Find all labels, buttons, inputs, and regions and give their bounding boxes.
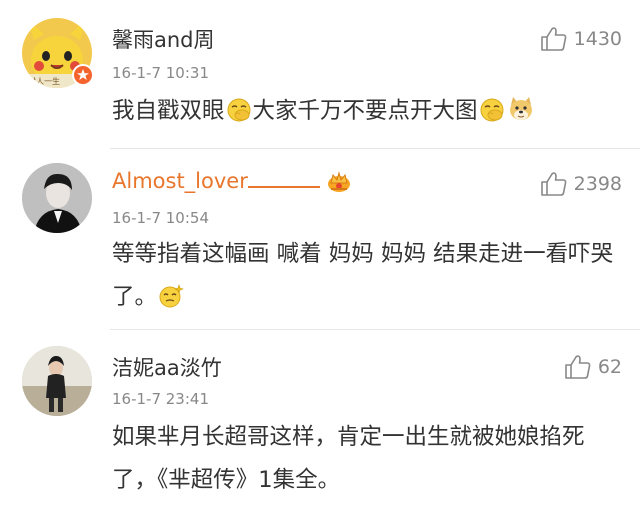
verified-badge-icon: [72, 64, 94, 86]
comment-text: 等等指着这幅画 喊着 妈妈 妈妈 结果走进一看吓哭了。: [112, 233, 627, 319]
comment-item: Almost_lover 16-1-7 10:54 2398 等等指着这幅画 喊…: [0, 149, 640, 329]
username[interactable]: Almost_lover: [112, 169, 352, 193]
facepalm-emoji-icon: [480, 98, 504, 122]
timestamp: 16-1-7 10:54: [112, 209, 209, 227]
comment-text-part: 等等指着这幅画 喊着 妈妈 妈妈 结果走进一看吓哭了。: [112, 241, 614, 310]
username[interactable]: 洁妮aa淡竹: [112, 352, 222, 382]
thumbs-up-icon: [540, 172, 567, 196]
comment-text: 我自戳双眼 大家千万不要点开大图: [112, 90, 627, 133]
thumbs-up-icon: [565, 355, 591, 379]
like-button[interactable]: 62: [564, 354, 622, 380]
avatar-image: [22, 346, 92, 416]
like-count: 1430: [573, 28, 622, 50]
timestamp: 16-1-7 23:41: [112, 390, 209, 408]
doge-emoji-icon: [509, 97, 532, 120]
comment-item: 时人一生 馨雨and周 16-1-7 10:31 1430 我自戳双眼 大家千万…: [0, 0, 640, 148]
facepalm-emoji-icon: [227, 98, 251, 122]
avatar-text: 时人一生: [28, 76, 60, 86]
like-count: 2398: [573, 173, 622, 195]
username-text: Almost_lover: [112, 169, 248, 193]
vip-crown-icon[interactable]: [326, 171, 352, 193]
username[interactable]: 馨雨and周: [112, 24, 215, 54]
avatar-image: [22, 163, 92, 233]
thumbs-up-icon: [540, 27, 567, 51]
like-count: 62: [597, 356, 622, 378]
comment-text: 如果芈月长超哥这样，肯定一出生就被她娘掐死了，《芈超传》1集全。: [112, 424, 585, 493]
like-button[interactable]: 2398: [540, 171, 622, 197]
avatar[interactable]: [22, 163, 92, 233]
timestamp: 16-1-7 10:31: [112, 64, 209, 82]
comment-text-part: 我自戳双眼: [112, 98, 225, 124]
sparkle-face-emoji-icon: [159, 284, 184, 308]
comment-text-part: 大家千万不要点开大图: [252, 98, 478, 124]
comment-item: 洁妮aa淡竹 16-1-7 23:41 62 如果芈月长超哥这样，肯定一出生就被…: [0, 330, 640, 507]
username-underline: [247, 184, 320, 188]
like-button[interactable]: 1430: [540, 26, 622, 52]
avatar[interactable]: [22, 346, 92, 416]
